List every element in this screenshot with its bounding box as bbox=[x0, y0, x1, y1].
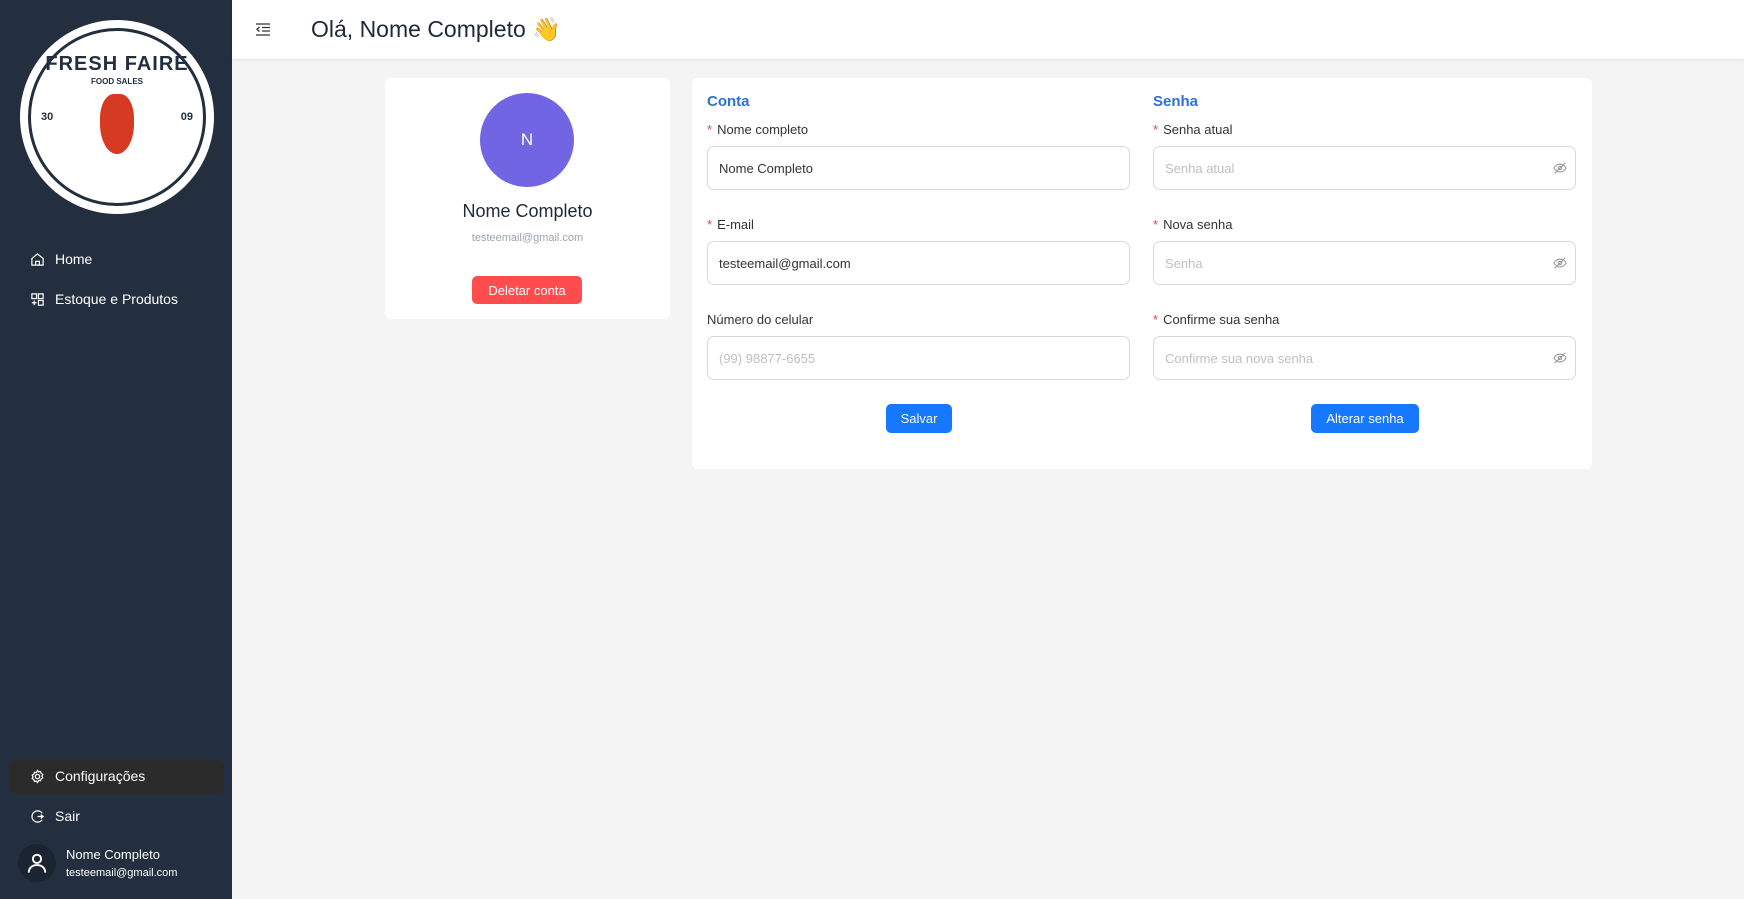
grid-icon bbox=[31, 292, 44, 306]
gear-icon bbox=[31, 768, 44, 784]
sidebar-item-label: Configurações bbox=[55, 768, 146, 784]
logo-left-number: 30 bbox=[41, 111, 54, 123]
logo-title: FRESH FAIRE bbox=[45, 53, 189, 75]
page-title: Olá, Nome Completo 👋 bbox=[311, 16, 561, 42]
sidebar-item-label: Estoque e Produtos bbox=[55, 291, 178, 307]
current-password-input[interactable] bbox=[1153, 146, 1576, 190]
change-password-button[interactable]: Alterar senha bbox=[1311, 404, 1419, 433]
eye-invisible-icon[interactable] bbox=[1553, 256, 1567, 270]
user-name: Nome Completo bbox=[66, 847, 160, 862]
current-password-label: * Senha atual bbox=[1153, 122, 1233, 137]
sidebar-item-configuracoes-content[interactable]: Configurações bbox=[30, 768, 145, 784]
logout-icon bbox=[31, 809, 45, 823]
home-icon bbox=[31, 252, 44, 266]
user-icon bbox=[27, 853, 47, 873]
new-password-label: * Nova senha bbox=[1153, 217, 1233, 232]
email-label: * E-mail bbox=[707, 217, 754, 232]
sidebar: FRESH FAIRE FOOD SALES 30 09 Home Estoqu… bbox=[0, 0, 232, 899]
wave-icon: 👋 bbox=[532, 16, 561, 42]
header: Olá, Nome Completo 👋 bbox=[232, 0, 1744, 59]
save-button[interactable]: Salvar bbox=[886, 404, 952, 433]
sidebar-item-estoque[interactable]: Estoque e Produtos bbox=[30, 291, 178, 307]
account-heading: Conta bbox=[707, 93, 750, 110]
name-label: * Nome completo bbox=[707, 122, 809, 137]
confirm-password-input[interactable] bbox=[1153, 336, 1576, 380]
sidebar-item-label: Home bbox=[55, 251, 93, 267]
eye-invisible-icon[interactable] bbox=[1553, 161, 1567, 175]
phone-label: Número do celular bbox=[707, 312, 814, 327]
delete-account-button[interactable]: Deletar conta bbox=[472, 276, 582, 304]
brand-logo: FRESH FAIRE FOOD SALES 30 09 bbox=[20, 20, 214, 214]
user-avatar[interactable] bbox=[18, 844, 56, 882]
sidebar-item-home[interactable]: Home bbox=[30, 251, 92, 267]
profile-email: testeemail@gmail.com bbox=[471, 232, 584, 244]
logo-subtitle: FOOD SALES bbox=[90, 77, 143, 86]
menu-fold-icon[interactable] bbox=[256, 23, 270, 36]
sidebar-item-sair[interactable]: Sair bbox=[30, 808, 80, 824]
profile-avatar: N bbox=[480, 93, 574, 187]
eye-invisible-icon[interactable] bbox=[1553, 351, 1567, 365]
phone-input[interactable] bbox=[707, 336, 1130, 380]
email-input[interactable] bbox=[707, 241, 1130, 285]
password-heading: Senha bbox=[1153, 93, 1199, 110]
new-password-input[interactable] bbox=[1153, 241, 1576, 285]
confirm-password-label: * Confirme sua senha bbox=[1153, 312, 1280, 327]
pepper-icon bbox=[100, 94, 134, 154]
logo-right-number: 09 bbox=[180, 111, 193, 123]
profile-name: Nome Completo bbox=[462, 201, 593, 221]
name-input[interactable] bbox=[707, 146, 1130, 190]
sidebar-item-label: Sair bbox=[55, 808, 80, 824]
profile-card: N Nome Completo testeemail@gmail.com Del… bbox=[385, 78, 670, 319]
settings-card: Conta *Nome completo *E-mail Número do c… bbox=[692, 78, 1592, 469]
user-email: testeemail@gmail.com bbox=[66, 867, 178, 879]
